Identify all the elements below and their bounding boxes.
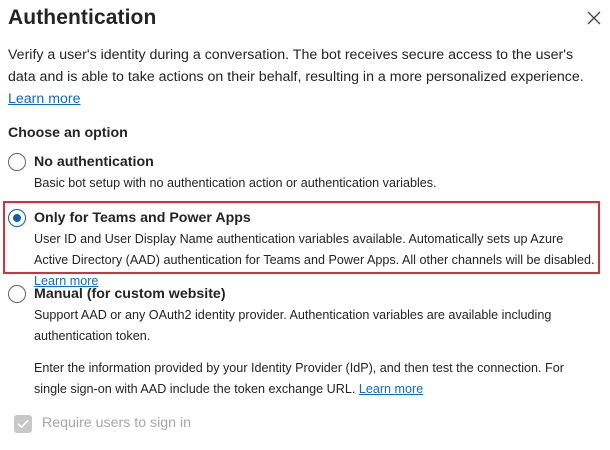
close-button[interactable]: [586, 10, 602, 26]
option-description-no-authentication: Basic bot setup with no authentication a…: [34, 176, 437, 190]
radio-selected-dot: [12, 213, 21, 222]
option-description-text: User ID and User Display Name authentica…: [34, 232, 595, 267]
option-title-no-authentication[interactable]: No authentication: [34, 154, 154, 170]
option-description-manual: Support AAD or any OAuth2 identity provi…: [34, 308, 552, 343]
dialog-description: Verify a user's identity during a conver…: [8, 44, 593, 110]
require-signin-label: Require users to sign in: [42, 415, 192, 431]
description-text: Verify a user's identity during a conver…: [8, 47, 584, 85]
close-icon: [587, 11, 601, 25]
option-extra-description-manual: Enter the information provided by your I…: [34, 358, 596, 400]
radio-no-authentication[interactable]: [8, 153, 26, 171]
dialog-title: Authentication: [8, 6, 157, 29]
option-extra-description-text: Enter the information provided by your I…: [34, 361, 564, 396]
option-title-manual[interactable]: Manual (for custom website): [34, 286, 226, 302]
checkmark-icon: [17, 420, 29, 428]
authentication-dialog: Authentication Verify a user's identity …: [0, 0, 610, 450]
option-title-teams-power-apps[interactable]: Only for Teams and Power Apps: [34, 210, 251, 226]
radio-manual[interactable]: [8, 285, 26, 303]
require-signin-checkbox[interactable]: [14, 415, 32, 433]
radio-teams-power-apps[interactable]: [8, 209, 26, 227]
learn-more-link[interactable]: Learn more: [8, 91, 81, 107]
option-description-teams-power-apps: User ID and User Display Name authentica…: [34, 229, 596, 292]
learn-more-link-manual[interactable]: Learn more: [359, 382, 423, 396]
choose-option-label: Choose an option: [8, 125, 128, 141]
